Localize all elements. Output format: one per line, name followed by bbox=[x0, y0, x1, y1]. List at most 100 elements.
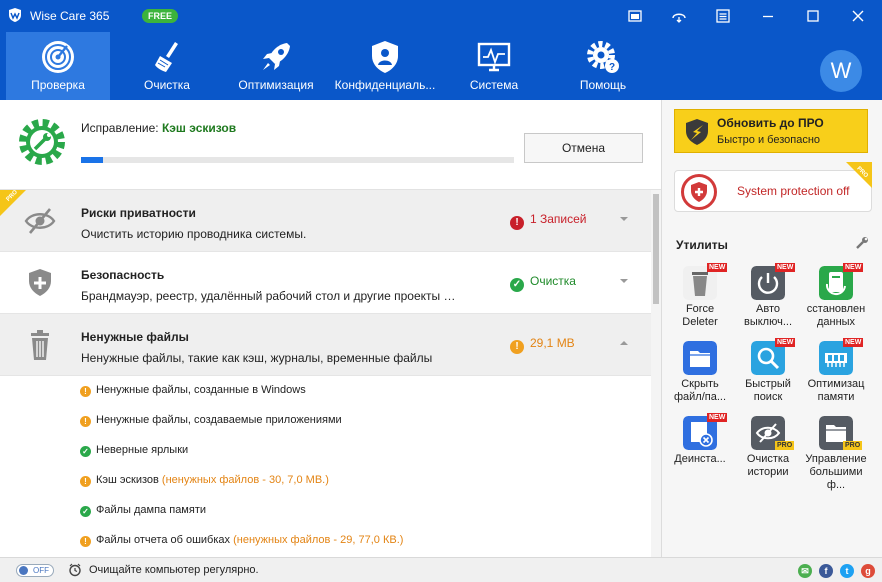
minimize-icon[interactable] bbox=[759, 7, 777, 25]
category-privacy-risks[interactable]: PRO Риски приватности Очистить историю п… bbox=[0, 190, 651, 252]
upgrade-pro-button[interactable]: Обновить до ПРО Быстро и безопасно bbox=[674, 109, 868, 153]
category-security[interactable]: Безопасность Брандмауэр, реестр, удалённ… bbox=[0, 252, 651, 314]
help-gear-icon: ? bbox=[587, 41, 619, 73]
eye-slash-icon bbox=[24, 208, 56, 234]
google-plus-icon[interactable]: g bbox=[861, 564, 875, 578]
list-item-label: Файлы дампа памяти bbox=[96, 504, 207, 516]
list-item-label: Ненужные файлы, созданные в Windows bbox=[96, 384, 306, 396]
nav-tab-privacy[interactable]: Конфиденциаль... bbox=[333, 32, 437, 100]
new-badge: NEW bbox=[775, 263, 796, 272]
scan-header: Исправление: Кэш эскизов Отмена bbox=[0, 100, 661, 190]
scrollbar-thumb[interactable] bbox=[653, 194, 659, 304]
fix-current-item: Кэш эскизов bbox=[161, 121, 237, 135]
category-description: Ненужные файлы, такие как кэш, журналы, … bbox=[81, 351, 433, 365]
user-avatar[interactable]: W bbox=[820, 50, 862, 92]
category-title: Риски приватности bbox=[81, 206, 196, 220]
warning-dot-icon: ! bbox=[80, 476, 91, 487]
list-item[interactable]: ! Ненужные файлы, создаваемые приложениям… bbox=[80, 414, 342, 434]
category-description: Очистить историю проводника системы. bbox=[81, 227, 307, 241]
tool-memory-optimizer[interactable]: NEW Оптимизац памяти bbox=[806, 338, 866, 407]
title-bar: Wise Care 365 FREE bbox=[0, 0, 882, 32]
hide-folder-icon bbox=[683, 341, 717, 375]
fix-gear-icon bbox=[19, 119, 65, 165]
tool-label: Деинста... bbox=[674, 453, 726, 465]
maximize-icon[interactable] bbox=[804, 7, 822, 25]
tool-hide-files[interactable]: Скрыть файл/па... bbox=[670, 341, 730, 407]
chevron-down-icon[interactable] bbox=[619, 215, 629, 223]
nav-tab-help[interactable]: ? Помощь bbox=[551, 32, 655, 100]
tool-data-recovery[interactable]: NEW сстановлен данных bbox=[806, 263, 866, 332]
mini-mode-icon[interactable] bbox=[626, 7, 644, 25]
menu-icon[interactable] bbox=[714, 7, 732, 25]
nav-tab-check[interactable]: Проверка bbox=[6, 32, 110, 100]
security-shield-icon bbox=[29, 269, 51, 296]
upgrade-subtitle: Быстро и безопасно bbox=[717, 134, 821, 146]
monitor-icon bbox=[477, 42, 511, 72]
list-item-label: Неверные ярлыки bbox=[96, 444, 189, 456]
tool-uninstaller[interactable]: NEW Деинста... bbox=[670, 413, 730, 482]
tool-label: Быстрый поиск bbox=[745, 378, 791, 403]
ok-status-icon: ✓ bbox=[510, 278, 524, 292]
tool-force-deleter[interactable]: NEW Force Deleter bbox=[670, 263, 730, 332]
list-item[interactable]: ! Кэш эскизов (ненужных файлов - 30, 7,0 … bbox=[80, 474, 329, 494]
pro-shield-icon bbox=[686, 119, 708, 145]
list-item-label: Кэш эскизов bbox=[96, 474, 159, 486]
tool-quick-search[interactable]: NEW Быстрый поиск bbox=[738, 338, 798, 407]
facebook-icon[interactable]: f bbox=[819, 564, 833, 578]
trash-icon bbox=[31, 330, 49, 360]
tool-large-file-manager[interactable]: PRO Управление большими ф... bbox=[805, 416, 867, 491]
app-logo-icon bbox=[9, 8, 21, 22]
warning-dot-icon: ! bbox=[80, 536, 91, 547]
close-icon[interactable] bbox=[849, 7, 867, 25]
warning-status-icon: ! bbox=[510, 340, 524, 354]
list-item[interactable]: ! Файлы отчета об ошибках (ненужных файло… bbox=[80, 534, 403, 554]
warning-dot-icon: ! bbox=[80, 416, 91, 427]
status-text: 1 Записей bbox=[530, 212, 587, 226]
category-status: ✓ Очистка bbox=[510, 274, 576, 292]
auto-clean-toggle[interactable]: OFF bbox=[16, 564, 54, 577]
new-badge: NEW bbox=[843, 263, 864, 272]
protection-status-label: System protection off bbox=[737, 184, 850, 198]
list-item-label: Ненужные файлы, создаваемые приложениями bbox=[96, 414, 342, 426]
status-message: Очищайте компьютер регулярно. bbox=[89, 564, 259, 576]
fix-prefix: Исправление: bbox=[81, 121, 159, 135]
feedback-icon[interactable] bbox=[670, 7, 688, 25]
list-item[interactable]: ! Ненужные файлы, созданные в Windows bbox=[80, 384, 306, 404]
tool-history-cleaner[interactable]: PRO Очистка истории bbox=[738, 416, 798, 482]
pro-badge: PRO bbox=[843, 441, 863, 450]
category-status: ! 1 Записей bbox=[510, 212, 587, 230]
rocket-icon bbox=[263, 43, 290, 70]
utilities-title: Утилиты bbox=[676, 238, 728, 252]
main-nav: Проверка Очистка Оптимизация Конфиденциа… bbox=[0, 32, 882, 100]
nav-tab-label: Оптимизация bbox=[238, 78, 314, 92]
list-item[interactable]: ✓ Файлы дампа памяти bbox=[80, 504, 206, 524]
nav-tab-label: Очистка bbox=[144, 78, 190, 92]
new-badge: NEW bbox=[775, 338, 796, 347]
chevron-up-icon[interactable] bbox=[619, 339, 629, 347]
cancel-button[interactable]: Отмена bbox=[524, 133, 643, 163]
radar-icon bbox=[42, 41, 74, 73]
twitter-icon[interactable]: t bbox=[840, 564, 854, 578]
new-badge: NEW bbox=[707, 413, 728, 422]
tool-auto-shutdown[interactable]: NEW Авто выключ... bbox=[738, 263, 798, 332]
category-title: Безопасность bbox=[81, 268, 165, 282]
email-icon[interactable]: ✉ bbox=[798, 564, 812, 578]
nav-tab-label: Система bbox=[469, 78, 519, 92]
category-junk-files[interactable]: Ненужные файлы Ненужные файлы, такие как… bbox=[0, 314, 651, 376]
privacy-shield-icon bbox=[372, 41, 398, 73]
wrench-icon[interactable] bbox=[855, 236, 869, 250]
warning-dot-icon: ! bbox=[80, 386, 91, 397]
tool-label: Управление большими ф... bbox=[805, 453, 867, 491]
nav-tab-system[interactable]: Система bbox=[442, 32, 546, 100]
ok-dot-icon: ✓ bbox=[80, 446, 91, 457]
list-item[interactable]: ✓ Неверные ярлыки bbox=[80, 444, 188, 464]
nav-tab-cleaner[interactable]: Очистка bbox=[115, 32, 219, 100]
right-sidebar: Обновить до ПРО Быстро и безопасно Syste… bbox=[661, 100, 882, 557]
nav-tab-optimizer[interactable]: Оптимизация bbox=[224, 32, 328, 100]
system-protection-toggle[interactable]: System protection off PRO bbox=[674, 162, 872, 212]
results-scrollbar[interactable] bbox=[651, 190, 661, 557]
chevron-down-icon[interactable] bbox=[619, 277, 629, 285]
status-text: Очистка bbox=[530, 274, 576, 288]
tool-label: Очистка истории bbox=[746, 453, 790, 478]
fix-status: Исправление: Кэш эскизов bbox=[81, 121, 236, 135]
